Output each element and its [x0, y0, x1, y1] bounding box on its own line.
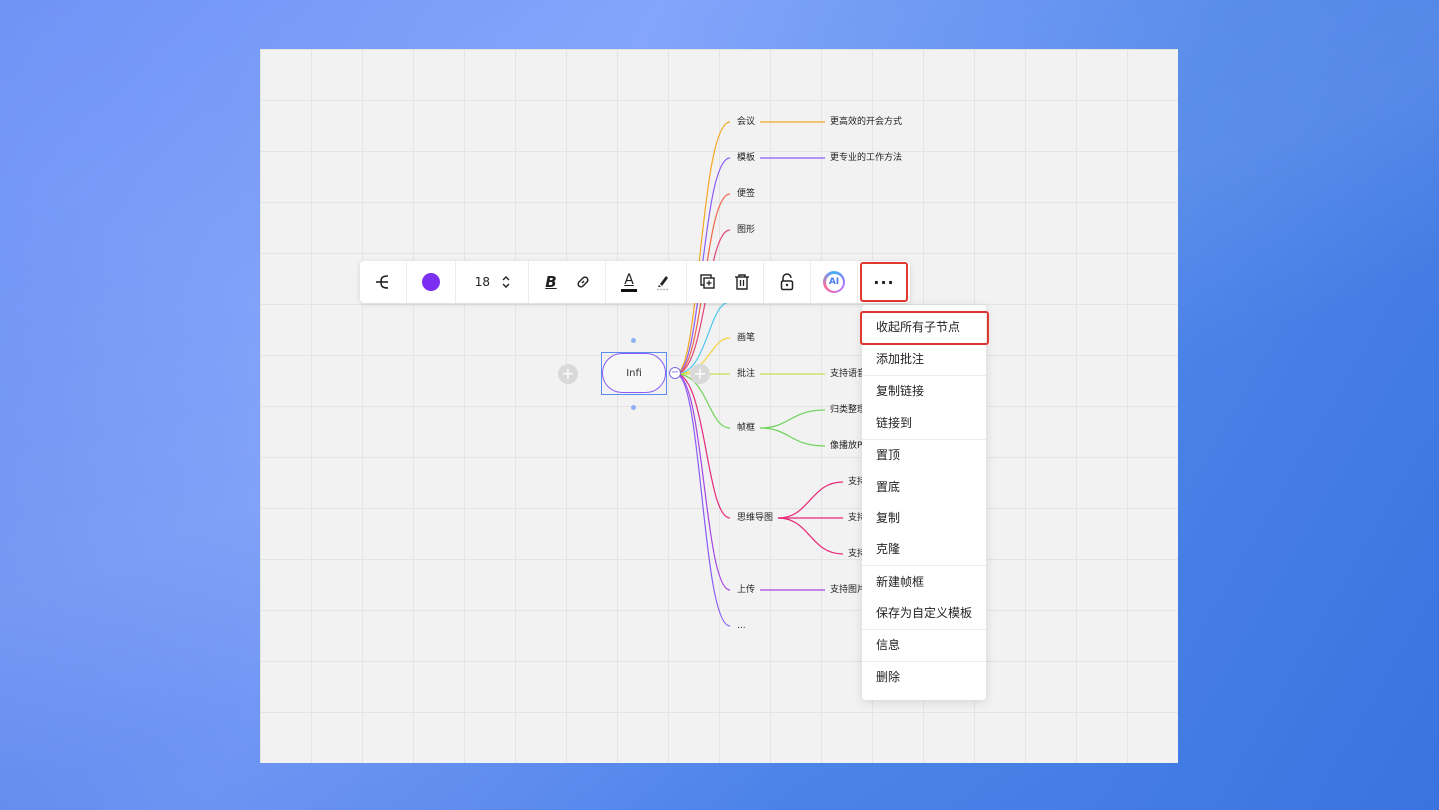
font-size-stepper[interactable] — [494, 261, 518, 303]
link-button[interactable] — [567, 261, 599, 303]
node-meeting[interactable]: 会议 — [737, 116, 755, 128]
node-toolbar: 18 B A AI ··· — [360, 261, 910, 303]
resize-handle-bottom[interactable] — [631, 405, 636, 410]
node-sticky[interactable]: 便签 — [737, 188, 755, 200]
link-icon — [577, 276, 589, 288]
node-meeting-child[interactable]: 更高效的开会方式 — [830, 116, 902, 128]
lock-button[interactable] — [768, 261, 806, 303]
bold-button[interactable]: B — [535, 261, 567, 303]
menu-item-add-comment[interactable]: 添加批注 — [862, 344, 986, 374]
menu-item-collapse-all[interactable]: 收起所有子节点 — [862, 312, 986, 342]
toolbar-group-ai: AI — [811, 261, 858, 303]
connector-frame-child1 — [759, 409, 826, 429]
ai-button[interactable]: AI — [815, 261, 853, 303]
toolbar-group-style — [360, 261, 407, 303]
branch-style-button[interactable] — [360, 261, 406, 303]
trash-icon — [735, 274, 749, 290]
branch-style-icon — [376, 275, 389, 289]
menu-item-info[interactable]: 信息 — [862, 630, 986, 660]
node-mindmap[interactable]: 思维导图 — [737, 512, 773, 524]
color-dot-icon — [422, 273, 440, 291]
root-node[interactable]: Infi — [602, 353, 666, 393]
collapse-children-button[interactable]: − — [669, 367, 681, 379]
highlighter-icon — [657, 276, 669, 291]
connector-mindmap-child3 — [777, 517, 844, 555]
toolbar-group-font-size: 18 — [456, 261, 529, 303]
text-color-button[interactable]: A — [612, 261, 646, 303]
text-color-label: A — [624, 271, 634, 288]
add-left-node-button[interactable]: + — [558, 364, 578, 384]
menu-item-link-to[interactable]: 链接到 — [862, 408, 986, 438]
menu-item-copy[interactable]: 复制 — [862, 503, 986, 533]
node-template-child[interactable]: 更专业的工作方法 — [830, 152, 902, 164]
menu-item-delete[interactable]: 删除 — [862, 662, 986, 692]
node-frame-child1[interactable]: 归类整理 — [830, 404, 866, 416]
text-color-swatch — [621, 288, 637, 292]
connector-mindmap — [675, 373, 731, 519]
node-comment-child[interactable]: 支持语音 — [830, 368, 866, 380]
toolbar-group-colors: A — [606, 261, 687, 303]
highlight-button[interactable] — [646, 261, 680, 303]
connector-mindmap-child1 — [777, 481, 844, 519]
menu-item-copy-link[interactable]: 复制链接 — [862, 376, 986, 406]
bold-label: B — [545, 273, 557, 291]
node-shape[interactable]: 图形 — [737, 224, 755, 236]
whiteboard-canvas[interactable]: 会议 更高效的开会方式 模板 更专业的工作方法 便签 图形 画笔 批注 支持语音… — [260, 49, 1178, 763]
node-comment[interactable]: 批注 — [737, 368, 755, 380]
node-template[interactable]: 模板 — [737, 152, 755, 164]
menu-item-bring-to-front[interactable]: 置顶 — [862, 440, 986, 470]
menu-item-new-frame[interactable]: 新建帧框 — [862, 567, 986, 597]
toolbar-group-text: B — [529, 261, 606, 303]
resize-handle-top[interactable] — [631, 338, 636, 343]
color-button[interactable] — [407, 261, 455, 303]
duplicate-icon — [700, 274, 715, 289]
font-size-value[interactable]: 18 — [462, 275, 494, 289]
menu-divider — [862, 565, 986, 566]
node-frame-child2[interactable]: 像播放P — [830, 440, 862, 452]
menu-item-save-template[interactable]: 保存为自定义模板 — [862, 598, 986, 628]
toolbar-group-color — [407, 261, 456, 303]
node-more[interactable]: ... — [737, 620, 746, 632]
more-button[interactable]: ··· — [860, 262, 908, 302]
mindmap-connectors — [675, 121, 844, 627]
node-frame[interactable]: 帧框 — [737, 422, 755, 434]
connector-frame-child2 — [759, 427, 826, 447]
more-menu: 收起所有子节点 添加批注 复制链接 链接到 置顶 置底 复制 克隆 新建帧框 保… — [862, 305, 986, 700]
menu-item-send-to-back[interactable]: 置底 — [862, 472, 986, 502]
duplicate-button[interactable] — [691, 261, 725, 303]
connector-more — [675, 373, 731, 627]
menu-item-clone[interactable]: 克隆 — [862, 534, 986, 564]
connector-upload — [675, 373, 731, 591]
delete-button[interactable] — [725, 261, 759, 303]
toolbar-group-actions — [687, 261, 764, 303]
add-right-node-button[interactable]: + — [690, 364, 710, 384]
ai-label: AI — [825, 273, 843, 291]
toolbar-group-lock — [764, 261, 811, 303]
node-upload-child[interactable]: 支持图片 — [830, 584, 866, 596]
node-upload[interactable]: 上传 — [737, 584, 755, 596]
unlock-icon — [780, 273, 794, 291]
stepper-updown-icon — [502, 276, 510, 288]
connector-meeting — [675, 121, 731, 375]
ai-icon: AI — [823, 271, 845, 293]
node-pen[interactable]: 画笔 — [737, 332, 755, 344]
